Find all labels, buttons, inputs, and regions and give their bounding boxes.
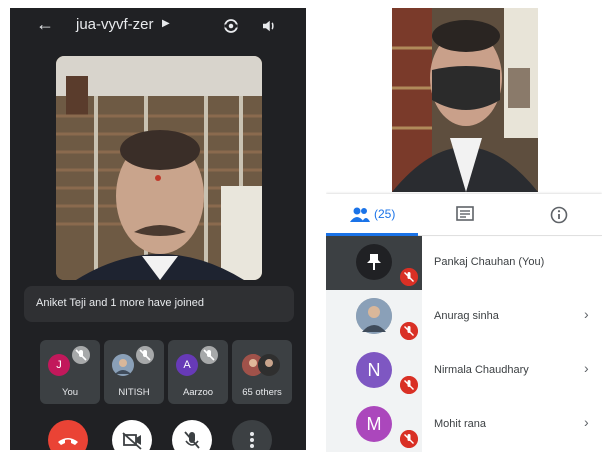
arrow-left-icon[interactable]: ← bbox=[36, 14, 54, 35]
self-video[interactable] bbox=[392, 8, 538, 192]
avatar-photo bbox=[356, 298, 392, 334]
participant-name: Nirmala Chaudhary bbox=[434, 364, 529, 376]
participant-thumbnail: N bbox=[326, 344, 422, 398]
meet-call-screen: ← jua-vyvf-zer ▶ Aniket Teji and 1 more … bbox=[10, 8, 306, 450]
meeting-code[interactable]: jua-vyvf-zer bbox=[76, 16, 154, 33]
end-call-button[interactable] bbox=[48, 420, 88, 450]
avatar: M bbox=[356, 406, 392, 442]
more-options-button[interactable] bbox=[232, 420, 272, 450]
tile-label: NITISH bbox=[118, 387, 150, 398]
camera-off-icon bbox=[122, 432, 142, 450]
avatar-photo bbox=[258, 354, 280, 376]
call-controls bbox=[10, 420, 306, 450]
list-item[interactable]: M Mohit rana › bbox=[326, 398, 602, 452]
participant-count: (25) bbox=[374, 207, 396, 221]
participants-screen: (25) Pankaj Chauhan (You) Anurag sinha ›… bbox=[326, 8, 602, 452]
participant-tile[interactable]: A Aarzoo bbox=[168, 340, 228, 404]
participant-tiles: J You NITISH A Aarzoo 65 others bbox=[40, 340, 292, 406]
avatar: J bbox=[48, 354, 70, 376]
avatar bbox=[112, 354, 134, 376]
caret-right-icon[interactable]: ▶ bbox=[162, 18, 170, 29]
participant-tile[interactable]: 65 others bbox=[232, 340, 292, 404]
tab-info[interactable] bbox=[510, 194, 602, 236]
mic-off-icon bbox=[400, 376, 418, 394]
participant-thumbnail bbox=[326, 236, 422, 290]
people-icon bbox=[350, 207, 370, 222]
avatar bbox=[356, 298, 392, 334]
mic-toggle-button[interactable] bbox=[172, 420, 212, 450]
self-video-frame bbox=[392, 8, 538, 192]
participant-thumbnail bbox=[326, 290, 422, 344]
screenshot-root: ← jua-vyvf-zer ▶ Aniket Teji and 1 more … bbox=[0, 0, 602, 452]
end-call-icon bbox=[58, 438, 78, 445]
participant-tile[interactable]: J You bbox=[40, 340, 100, 404]
tile-label: Aarzoo bbox=[182, 387, 214, 398]
info-icon bbox=[550, 206, 568, 224]
participant-list: Pankaj Chauhan (You) Anurag sinha › N Ni… bbox=[326, 236, 602, 452]
chat-icon bbox=[456, 206, 474, 221]
avatar bbox=[356, 244, 392, 280]
mic-off-icon bbox=[400, 268, 418, 286]
mic-off-icon bbox=[184, 431, 200, 449]
join-notification: Aniket Teji and 1 more have joined bbox=[24, 286, 294, 322]
avatar-photo bbox=[112, 354, 134, 376]
avatar bbox=[258, 354, 280, 376]
pin-icon bbox=[367, 254, 381, 270]
list-item[interactable]: N Nirmala Chaudhary › bbox=[326, 344, 602, 398]
mic-off-icon bbox=[400, 322, 418, 340]
chevron-right-icon[interactable]: › bbox=[584, 360, 589, 376]
more-vert-icon bbox=[250, 432, 254, 448]
mic-off-icon bbox=[72, 346, 90, 364]
participant-thumbnail: M bbox=[326, 398, 422, 452]
speaker-icon[interactable] bbox=[260, 17, 278, 35]
mic-off-icon bbox=[400, 430, 418, 448]
participant-name: Mohit rana bbox=[434, 418, 486, 430]
participant-name: Anurag sinha bbox=[434, 310, 499, 322]
speaker-video-frame bbox=[56, 56, 262, 280]
tab-people[interactable]: (25) bbox=[326, 194, 418, 236]
list-item[interactable]: Pankaj Chauhan (You) bbox=[326, 236, 602, 290]
join-notification-text: Aniket Teji and 1 more have joined bbox=[36, 297, 204, 309]
list-item[interactable]: Anurag sinha › bbox=[326, 290, 602, 344]
participant-name: Pankaj Chauhan (You) bbox=[434, 256, 545, 268]
switch-camera-icon[interactable] bbox=[222, 17, 240, 35]
tile-label: You bbox=[61, 387, 79, 398]
mic-off-icon bbox=[136, 346, 154, 364]
avatar: N bbox=[356, 352, 392, 388]
camera-toggle-button[interactable] bbox=[112, 420, 152, 450]
participant-tile[interactable]: NITISH bbox=[104, 340, 164, 404]
mic-off-icon bbox=[200, 346, 218, 364]
panel-tabs: (25) bbox=[326, 194, 602, 236]
main-speaker-video[interactable] bbox=[56, 56, 262, 280]
avatar: A bbox=[176, 354, 198, 376]
chevron-right-icon[interactable]: › bbox=[584, 414, 589, 430]
call-top-bar: ← jua-vyvf-zer ▶ bbox=[10, 8, 306, 44]
chevron-right-icon[interactable]: › bbox=[584, 306, 589, 322]
tab-chat[interactable] bbox=[418, 194, 510, 236]
tile-label: 65 others bbox=[242, 387, 282, 398]
